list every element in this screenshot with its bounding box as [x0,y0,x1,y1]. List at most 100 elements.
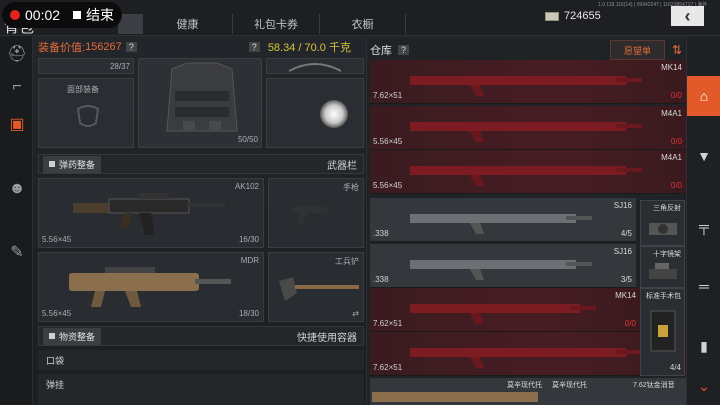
mdr-rifle-icon [69,267,231,307]
backpack-icon[interactable]: ▣ [6,114,28,136]
warehouse-side-item[interactable]: 三角反射 [640,200,685,246]
weapon-caliber: 5.56×45 [42,309,72,318]
ammo-tag-icon [49,161,55,167]
mask-icon [76,105,100,127]
rig-label: 弹挂 [46,380,65,390]
gun-silhouette-icon [410,304,596,324]
ak102-rifle-icon [73,193,225,235]
home-icon[interactable]: ⌂ [687,76,720,116]
item-name: MK14 [615,291,636,300]
weight-help-button[interactable]: ? [248,42,260,52]
item-name: SJ16 [613,247,632,256]
primary-weapon-slot-1[interactable]: AK102 5.56×45 16/30 [38,178,264,248]
gun-icon[interactable]: ⌐ [6,76,28,98]
sniper-icon[interactable]: ═ [687,266,720,306]
swap-icon[interactable]: ⇄ [352,309,359,318]
warehouse-item[interactable]: M4A1 5.56×45 0/0 [370,150,686,194]
warehouse-header: 仓库 ? [370,42,410,58]
tactical-vest-icon [166,62,238,132]
helmet-icon[interactable]: ⛑ [6,44,28,66]
item-name: 莫辛现代托 [552,382,587,389]
pistol-icon [293,207,327,225]
primary-weapon-slot-2[interactable]: MDR 5.56×45 18/30 [38,252,264,322]
face-gear-slot[interactable]: 面部装备 [38,78,134,148]
mask-icon[interactable]: ☻ [6,178,28,200]
gun-silhouette-icon [410,348,642,368]
cash-icon [545,11,559,21]
ammo-tag[interactable]: 弹药整备 [43,155,102,173]
currency-amount: 724655 [564,10,601,22]
gun-silhouette-icon [410,214,592,234]
warehouse-item[interactable]: SJ16 .338 3/5 [370,244,636,288]
supply-tag[interactable]: 物资整备 [43,327,102,345]
warehouse-bottom-row[interactable]: 莫辛现代托 莫辛现代托 7.62钛金消音 [370,378,686,405]
wishlist-button[interactable]: 愿望单 [610,40,665,60]
warehouse-item[interactable]: FAL7.62×510/0 [370,332,686,376]
chevron-down-icon[interactable]: ⌄ [687,366,720,405]
warehouse-side-item[interactable]: 十字镜架 [640,246,685,288]
item-name: 三角反射 [653,205,681,212]
record-dot-icon [10,10,20,20]
weapon-caliber: 5.56×45 [42,235,72,244]
face-gear-label: 面部装备 [67,85,99,94]
warehouse-item[interactable]: MK14 7.62×51 0/0 [370,288,640,332]
stop-icon[interactable] [73,11,82,19]
quick-container-label: 快捷使用容器 [297,332,357,344]
item-name: 7.62钛金消音 [633,382,675,389]
item-caliber: 5.56×45 [373,181,403,190]
sort-icon[interactable]: ⇅ [668,40,686,60]
left-sidebar: ⛑ ⌐ ▣ ☻ ✎ [0,36,33,405]
item-count: 3/5 [620,275,632,284]
weapon-ammo: 18/30 [238,309,259,318]
weight-display: 58.34 / 70.0 千克 [267,42,351,54]
warehouse-side-item[interactable]: 标准手术包 4/4 [640,288,685,376]
item-name: M4A1 [661,153,682,162]
headset-slot[interactable] [266,58,364,74]
screen-recorder[interactable]: 00:02 结束 [2,2,122,28]
stop-record-button[interactable]: 结束 [86,5,114,25]
chevron-left-icon: ‹ [684,5,691,26]
warehouse-title: 仓库 [370,45,392,57]
back-button[interactable]: ‹ [671,6,704,26]
item-caliber: 7.62×51 [373,363,403,372]
currency-display: 724655 [545,10,601,22]
warehouse-item[interactable]: SJ16 .338 4/5 [370,198,636,242]
pistol-slot[interactable]: 手枪 [268,178,364,248]
rig-row[interactable]: 弹挂 [38,374,364,405]
supply-tag-icon [49,333,55,339]
medkit-icon [650,310,676,352]
tab-wardrobe[interactable]: 衣橱 [319,14,406,34]
ammo-tag-label: 弹药整备 [59,159,96,170]
shirt-icon[interactable]: ▼ [687,136,720,176]
item-count: 0/0 [670,137,682,146]
supply-section-header: 物资整备 快捷使用容器 [38,326,364,346]
item-name: MK14 [661,63,682,72]
value-help-button[interactable]: ? [125,42,137,52]
item-count: 4/4 [669,363,681,372]
weapon-name: MDR [240,256,259,265]
tab-gift-cards[interactable]: 礼包卡券 [232,14,319,34]
warehouse-help-button[interactable]: ? [398,45,410,55]
pistol-label: 手枪 [343,183,359,192]
tools-icon[interactable]: ✎ [6,242,28,264]
item-caliber: .338 [373,229,389,238]
lamp-slot[interactable] [266,78,364,148]
magazine-icon[interactable]: ▮ [687,326,720,366]
armor-slot[interactable]: 50/50 [138,58,262,148]
record-time: 00:02 [25,7,61,23]
warehouse-item[interactable]: M4A1 5.56×45 0/0 [370,106,686,150]
warehouse-item[interactable]: MK14 7.62×51 0/0 [370,60,686,104]
item-count: 4/5 [620,229,632,238]
gun-silhouette-icon [410,166,642,186]
item-name: 莫辛现代托 [507,382,542,389]
melee-slot[interactable]: 工兵铲 ⇄ [268,252,364,322]
equipment-value: 156267 [85,41,122,53]
bag-slot[interactable]: 28/37 [38,58,134,74]
equipment-value-label: 装备价值: [38,42,86,54]
weapon-ammo: 16/30 [238,235,259,244]
gun-silhouette-icon [410,260,592,280]
rifle-icon[interactable]: ╤ [687,206,720,246]
pocket-row[interactable]: 口袋 [38,350,364,370]
item-caliber: 5.56×45 [373,137,403,146]
tab-health[interactable]: 健康 [142,14,232,34]
